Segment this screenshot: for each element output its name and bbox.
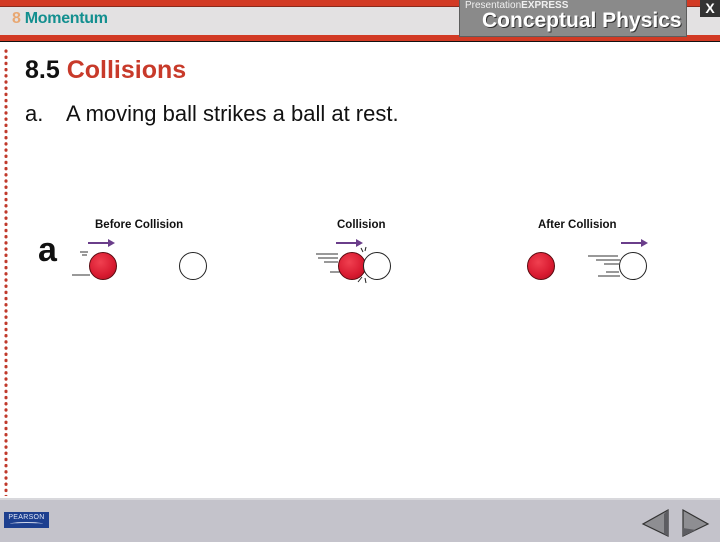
publisher-name: PEARSON [8, 514, 45, 521]
velocity-arrow-collision [336, 239, 363, 247]
moving-ball-before [89, 252, 117, 280]
dotted-left-border [4, 48, 8, 496]
bullet-marker: a. [25, 101, 44, 126]
rest-ball-before [179, 252, 207, 280]
chapter-name: Momentum [24, 10, 108, 27]
section-title: 8.5 Collisions [25, 56, 186, 85]
bullet-item: a. A moving ball strikes a ball at rest. [25, 101, 399, 127]
velocity-arrow-after [621, 239, 648, 247]
motion-lines-after [588, 255, 620, 277]
previous-slide-button[interactable] [640, 508, 674, 538]
brand-logo: PresentationEXPRESS Conceptual Physics [459, 0, 687, 37]
triangle-left-icon [641, 508, 669, 537]
moving-ball-collision [338, 252, 366, 280]
stage-label-collision: Collision [337, 219, 386, 231]
section-number: 8.5 [25, 56, 60, 84]
chapter-title: 8 Momentum [12, 10, 108, 28]
footer-bar: PEARSON [0, 498, 720, 542]
stage-label-after: After Collision [538, 219, 617, 231]
next-slide-button[interactable] [678, 508, 712, 538]
pearson-logo: PEARSON [4, 512, 49, 528]
chapter-number: 8 [12, 10, 21, 27]
figure-panel-letter: a [38, 231, 57, 269]
section-name: Collisions [66, 56, 187, 84]
triangle-right-icon [682, 508, 710, 537]
bullet-text: A moving ball strikes a ball at rest. [66, 101, 399, 126]
close-button[interactable]: X [700, 0, 720, 17]
motion-lines-collision [316, 253, 340, 273]
moving-ball-after [527, 252, 555, 280]
motion-lines-before [72, 251, 90, 276]
brand-title: Conceptual Physics [482, 9, 682, 32]
header-bar: 8 Momentum PresentationEXPRESS Conceptua… [0, 0, 720, 42]
pearson-swoosh-icon [10, 522, 43, 526]
rest-ball-after [619, 252, 647, 280]
stage-label-before: Before Collision [95, 219, 184, 231]
rest-ball-collision [363, 252, 391, 280]
velocity-arrow-before [88, 239, 115, 247]
